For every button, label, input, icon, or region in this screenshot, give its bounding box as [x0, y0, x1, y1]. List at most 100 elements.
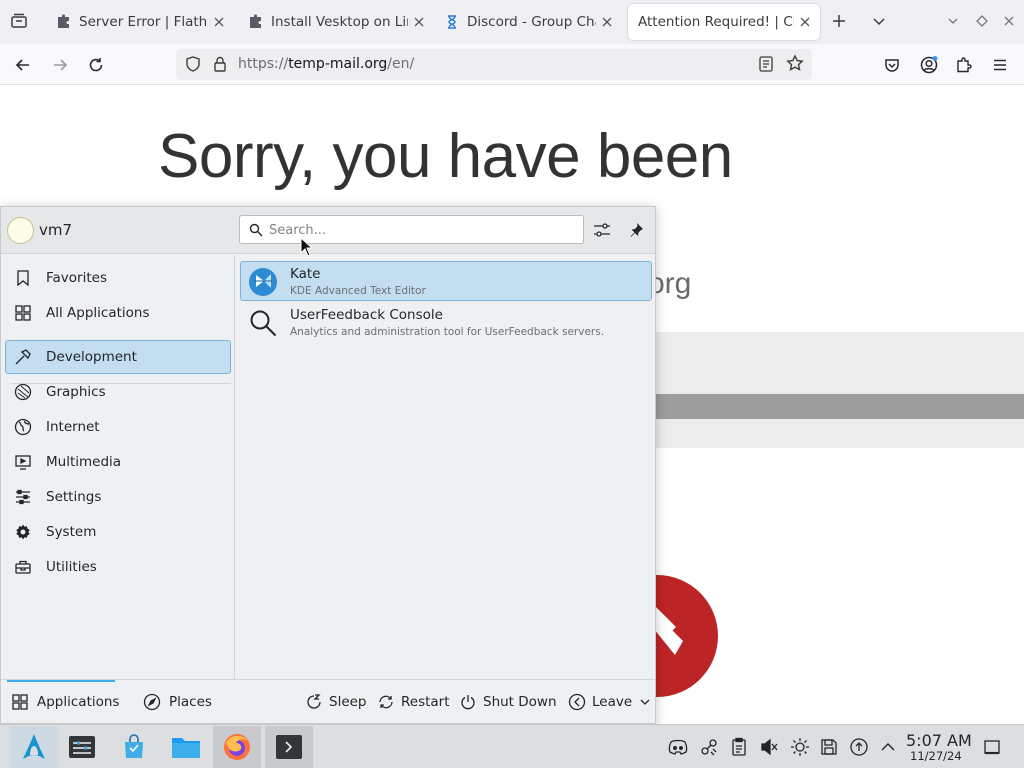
search-input[interactable] [269, 220, 574, 240]
terminal-task[interactable] [265, 726, 313, 768]
tab-attention-required[interactable]: Attention Required! | Cloudflare [628, 4, 820, 40]
shutdown-button[interactable]: Shut Down [459, 692, 557, 712]
url-host: temp-mail.org [288, 56, 388, 72]
tab-install-vesktop[interactable]: Install Vesktop on Linux [240, 4, 434, 40]
volume-muted-icon[interactable] [759, 737, 779, 757]
category-sidebar: Favorites All Applications Development G… [1, 255, 235, 679]
file-manager-task[interactable] [162, 726, 210, 768]
back-arrow-icon[interactable] [10, 52, 36, 78]
globe-icon [14, 418, 32, 436]
category-label: System [46, 524, 97, 540]
arch-logo-icon [23, 734, 45, 759]
category-all-applications[interactable]: All Applications [5, 296, 231, 330]
show-desktop-icon[interactable] [982, 737, 1002, 757]
pin-icon[interactable] [624, 218, 648, 242]
category-label: Graphics [46, 384, 106, 400]
close-icon[interactable] [212, 15, 226, 29]
restart-button[interactable]: Restart [377, 692, 450, 712]
restart-label: Restart [401, 694, 450, 710]
category-internet[interactable]: Internet [5, 410, 231, 444]
compass-icon [143, 693, 161, 711]
system-monitor-icon [69, 736, 95, 758]
configure-sliders-icon[interactable] [590, 218, 614, 242]
app-description: KDE Advanced Text Editor [290, 285, 426, 297]
category-favorites[interactable]: Favorites [5, 261, 231, 295]
save-disk-icon[interactable] [819, 737, 839, 757]
tab-label: Attention Required! | Cloudflare [638, 14, 794, 30]
pocket-icon[interactable] [879, 52, 905, 78]
tab-applications[interactable]: Applications [11, 680, 119, 723]
clock-time[interactable]: 5:07 AM [906, 731, 972, 750]
leave-arrow-icon [568, 693, 586, 711]
forward-arrow-icon[interactable] [47, 52, 73, 78]
mouse-cursor-icon [300, 237, 314, 257]
firefox-task[interactable] [213, 726, 261, 768]
reload-icon[interactable] [83, 52, 109, 78]
chevron-down-icon [640, 697, 650, 707]
category-label: Multimedia [46, 454, 122, 470]
avatar[interactable] [7, 217, 34, 244]
hammer-icon [14, 348, 32, 366]
tab-discord[interactable]: Discord - Group Chat [436, 4, 622, 40]
app-name: UserFeedback Console [290, 307, 443, 323]
category-label: All Applications [46, 305, 150, 321]
maximize-icon[interactable] [969, 8, 995, 34]
discord-tray-icon[interactable] [668, 737, 688, 757]
tray-expand-chevron-icon[interactable] [878, 737, 898, 757]
system-monitor-task[interactable] [58, 726, 106, 768]
url-bar[interactable]: https://temp-mail.org/en/ [176, 49, 812, 80]
shield-icon[interactable] [184, 55, 202, 73]
category-settings[interactable]: Settings [5, 480, 231, 514]
category-system[interactable]: System [5, 515, 231, 549]
tab-server-error[interactable]: Server Error | Flathub [48, 4, 234, 40]
clock-date[interactable]: 11/27/24 [910, 749, 962, 763]
category-label: Settings [46, 489, 102, 505]
minimize-icon[interactable] [940, 8, 966, 34]
lock-icon[interactable] [212, 55, 228, 73]
palette-icon [14, 383, 32, 401]
browser-tab-bar: Server Error | Flathub Install Vesktop o… [0, 0, 1024, 44]
account-icon[interactable] [916, 52, 942, 78]
category-development[interactable]: Development [5, 340, 231, 374]
sleep-label: Sleep [329, 694, 367, 710]
bookmark-icon [14, 269, 32, 287]
bookmark-star-icon[interactable] [786, 54, 804, 72]
category-multimedia[interactable]: Multimedia [5, 445, 231, 479]
extensions-icon[interactable] [951, 52, 977, 78]
sleep-button[interactable]: Sleep [305, 692, 367, 712]
app-userfeedback-console[interactable]: UserFeedback Console Analytics and admin… [240, 302, 652, 342]
tab-places[interactable]: Places [143, 680, 212, 723]
list-tabs-chevron-icon[interactable] [866, 8, 892, 34]
search-icon [249, 223, 263, 237]
kde-connect-tray-icon[interactable] [699, 737, 719, 757]
leave-button[interactable]: Leave [568, 692, 650, 712]
tab-overview-icon[interactable] [6, 8, 32, 34]
close-icon[interactable] [412, 15, 426, 29]
window-close-icon[interactable] [996, 8, 1022, 34]
shutdown-label: Shut Down [483, 694, 557, 710]
close-icon[interactable] [798, 15, 812, 29]
url-text[interactable]: https://temp-mail.org/en/ [238, 56, 414, 72]
category-utilities[interactable]: Utilities [5, 550, 231, 584]
brightness-icon[interactable] [790, 737, 810, 757]
new-tab-icon[interactable] [826, 8, 852, 34]
menu-hamburger-icon[interactable] [987, 52, 1013, 78]
reader-view-icon[interactable] [758, 55, 774, 73]
search-icon [248, 308, 278, 338]
category-label: Development [46, 349, 137, 365]
discover-task[interactable] [110, 726, 158, 768]
tab-label: Install Vesktop on Linux [271, 14, 408, 30]
close-icon[interactable] [600, 15, 614, 29]
monitor-play-icon [14, 453, 32, 471]
category-graphics[interactable]: Graphics [5, 375, 231, 409]
grid-icon [14, 304, 32, 322]
app-kate[interactable]: Kate KDE Advanced Text Editor [240, 261, 652, 301]
clipboard-tray-icon[interactable] [729, 737, 749, 757]
app-launcher-button[interactable] [10, 726, 58, 768]
search-field[interactable] [239, 215, 584, 244]
tab-label: Server Error | Flathub [79, 14, 208, 30]
update-notifier-icon[interactable] [849, 737, 869, 757]
restart-icon [377, 693, 395, 711]
folder-icon [172, 738, 200, 758]
puzzle-icon [248, 14, 264, 30]
